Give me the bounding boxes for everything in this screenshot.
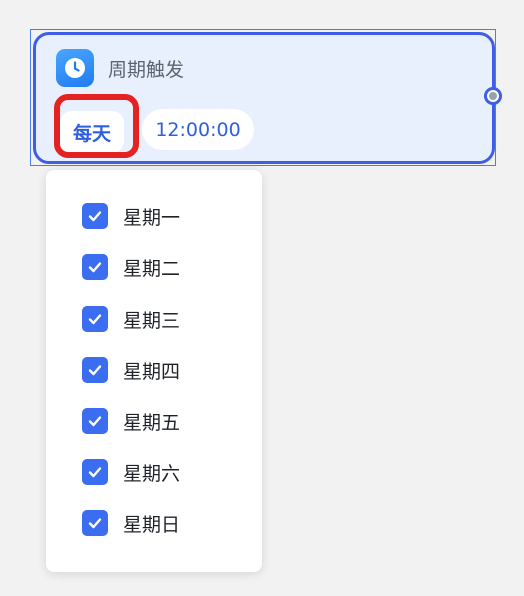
node-connection-handle[interactable] <box>484 87 502 105</box>
weekday-label: 星期三 <box>123 309 181 332</box>
weekday-option-mon[interactable]: 星期一 <box>82 201 180 231</box>
node-title: 周期触发 <box>108 58 185 81</box>
node-header: 周期触发 <box>56 49 184 87</box>
weekday-label: 星期四 <box>123 360 181 383</box>
checkbox-checked-icon[interactable] <box>82 203 108 229</box>
checkbox-checked-icon[interactable] <box>82 408 108 434</box>
time-tag[interactable]: 12:00:00 <box>142 109 254 150</box>
weekday-option-fri[interactable]: 星期五 <box>82 406 180 436</box>
checkbox-checked-icon[interactable] <box>82 510 108 536</box>
handle-dot <box>489 92 497 100</box>
weekday-option-tue[interactable]: 星期二 <box>82 252 180 282</box>
weekday-option-sun[interactable]: 星期日 <box>82 508 180 538</box>
frequency-highlight <box>54 94 139 158</box>
weekday-option-thu[interactable]: 星期四 <box>82 355 180 385</box>
trigger-node[interactable]: 周期触发 每天 12:00:00 <box>33 32 495 164</box>
weekday-label: 星期二 <box>123 257 181 280</box>
weekday-dropdown: 星期一 星期二 星期三 星期四 星期五 星期六 星期日 <box>46 170 262 572</box>
clock-icon <box>56 49 94 87</box>
checkbox-checked-icon[interactable] <box>82 306 108 332</box>
weekday-label: 星期日 <box>123 513 181 536</box>
weekday-label: 星期六 <box>123 462 181 485</box>
weekday-label: 星期五 <box>123 411 181 434</box>
weekday-option-wed[interactable]: 星期三 <box>82 304 180 334</box>
checkbox-checked-icon[interactable] <box>82 357 108 383</box>
weekday-label: 星期一 <box>123 206 181 229</box>
checkbox-checked-icon[interactable] <box>82 254 108 280</box>
checkbox-checked-icon[interactable] <box>82 459 108 485</box>
weekday-option-sat[interactable]: 星期六 <box>82 457 180 487</box>
